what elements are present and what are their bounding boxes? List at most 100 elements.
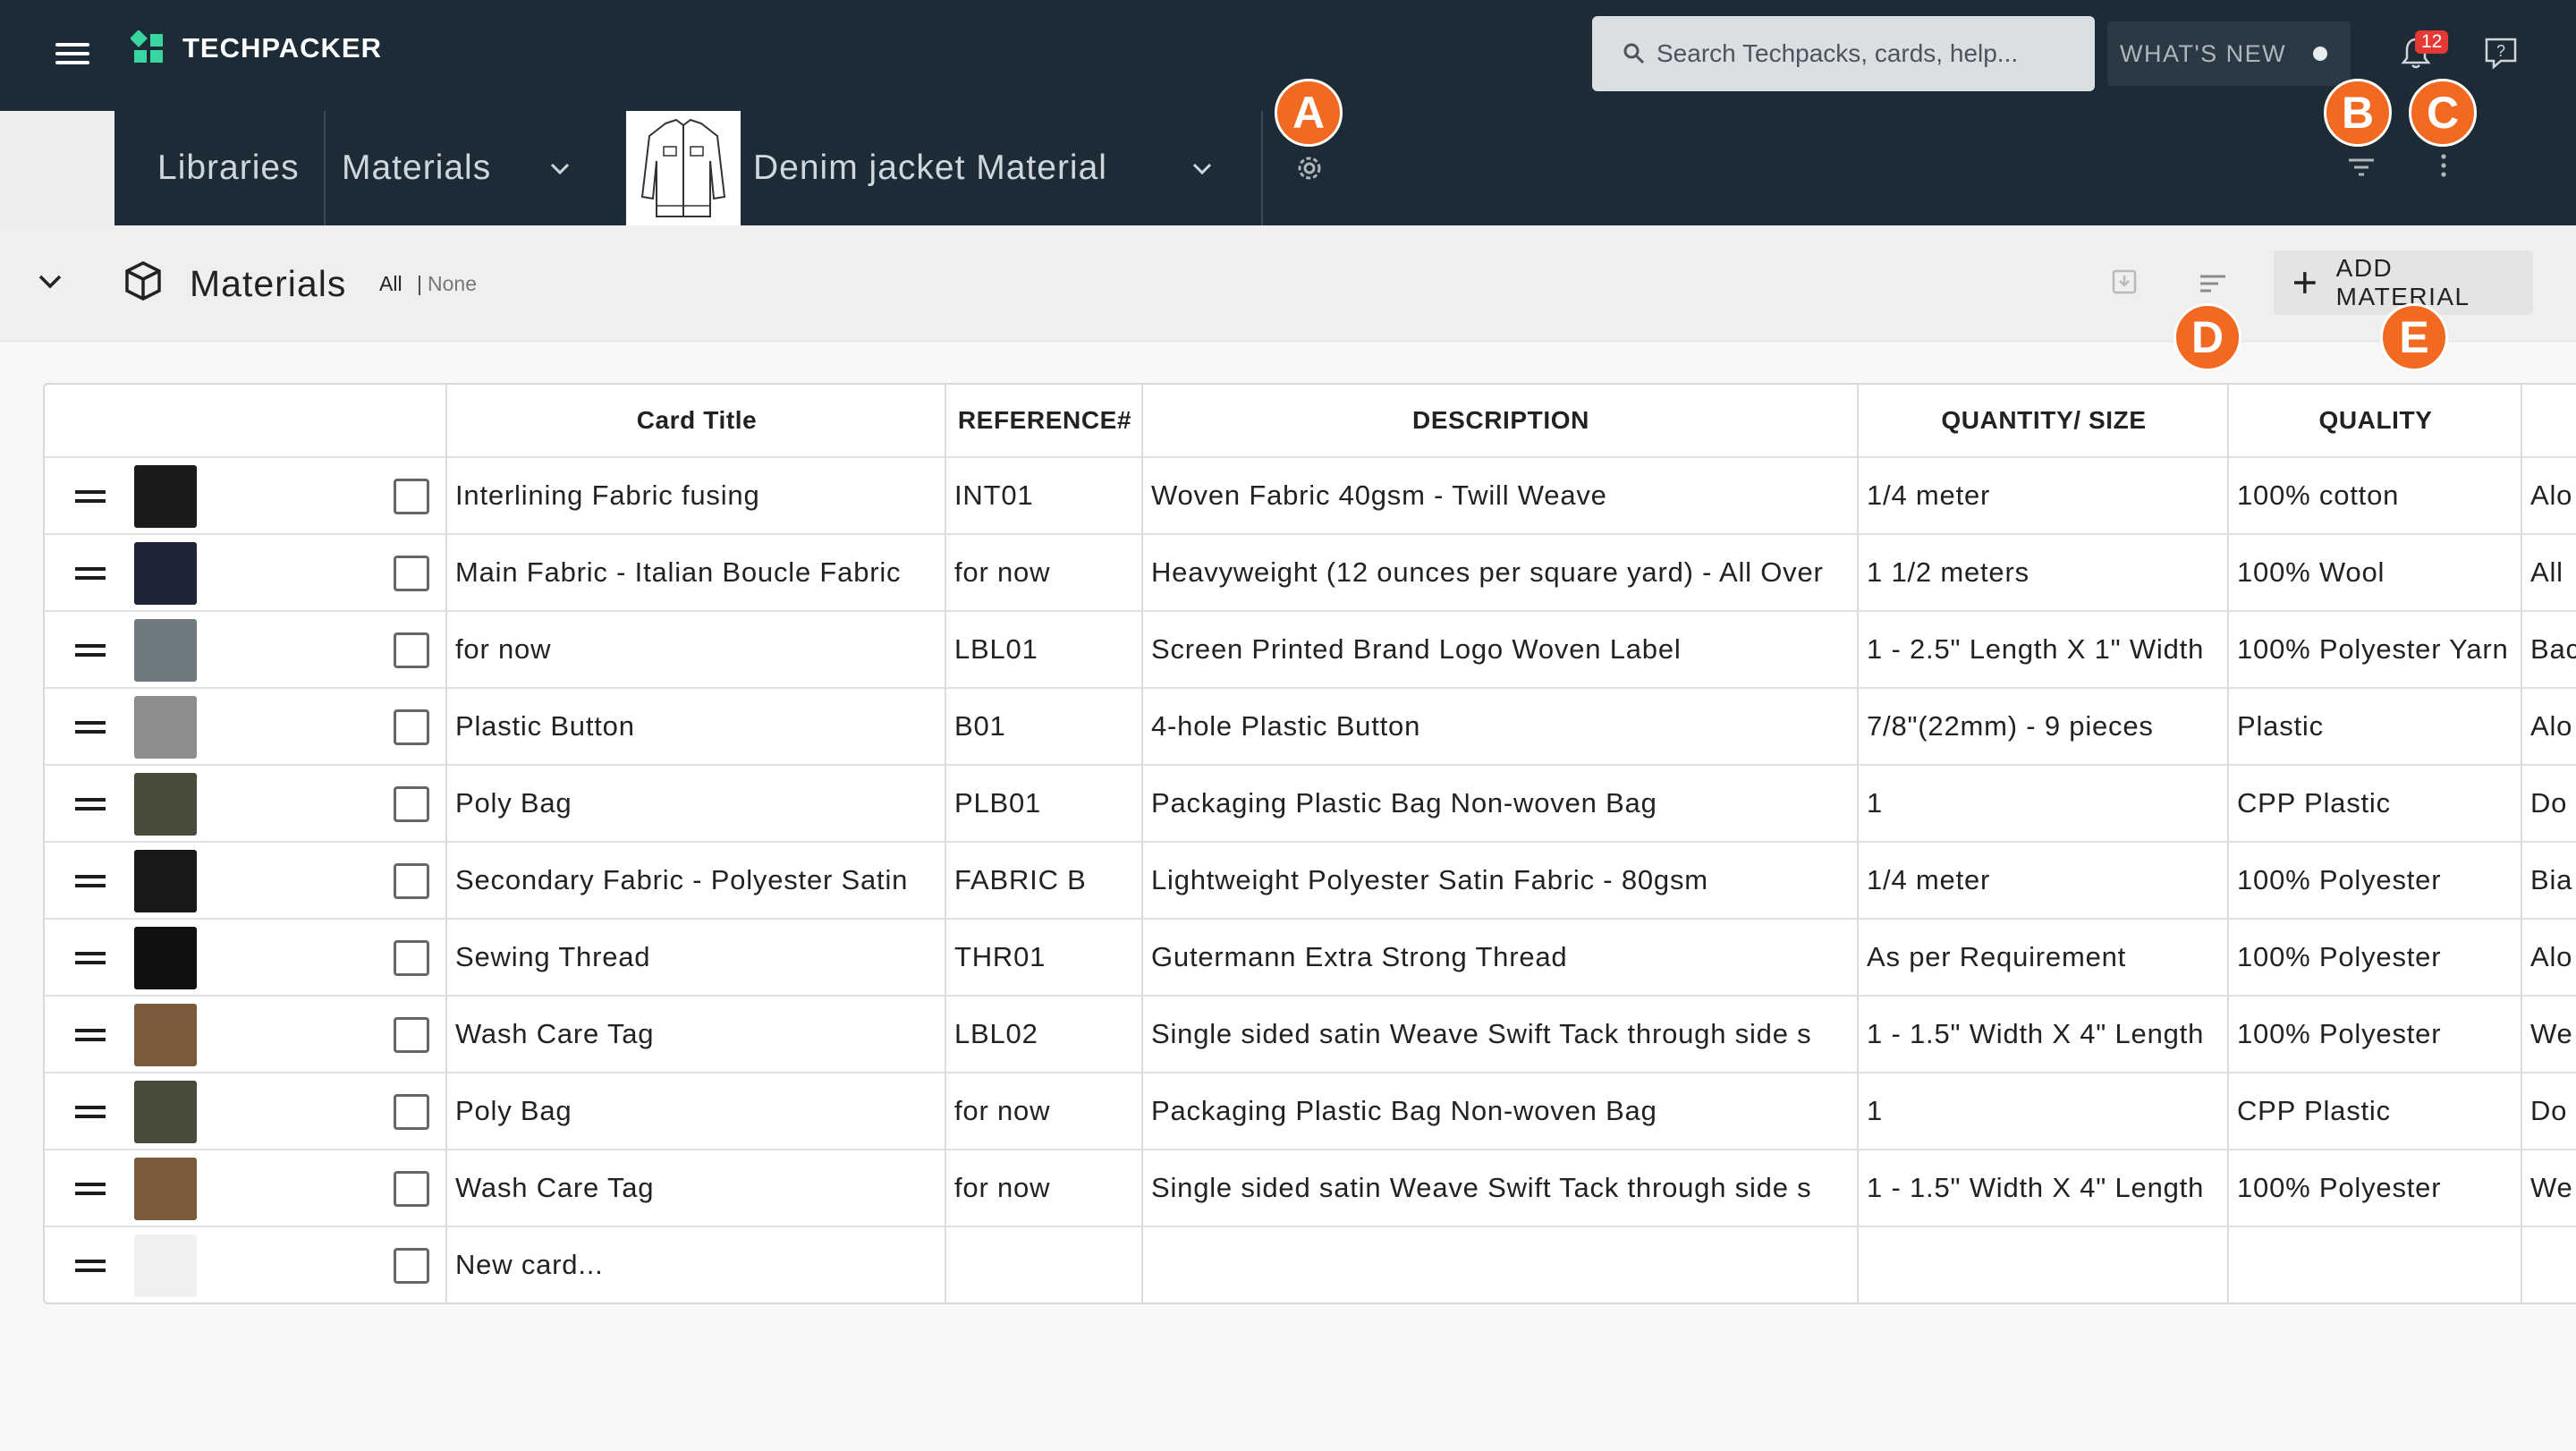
cell-next-column[interactable]: Do <box>2522 766 2576 841</box>
sort-icon[interactable] <box>2199 274 2227 293</box>
filter-icon[interactable] <box>2347 157 2376 177</box>
cell-reference[interactable]: for now <box>946 1073 1141 1149</box>
table-row[interactable]: New card... <box>45 1227 2576 1303</box>
cell-quality[interactable]: CPP Plastic <box>2229 1073 2521 1149</box>
column-header-quality[interactable]: QUALITY <box>2229 385 2522 456</box>
material-thumbnail[interactable] <box>134 1081 197 1143</box>
cell-reference[interactable]: for now <box>946 1150 1141 1226</box>
cell-quantity-size[interactable]: 1 - 1.5" Width X 4" Length <box>1859 997 2227 1072</box>
row-checkbox[interactable] <box>394 1171 429 1207</box>
drag-handle-icon[interactable] <box>75 1106 106 1118</box>
cell-description[interactable]: Lightweight Polyester Satin Fabric - 80g… <box>1143 843 1857 918</box>
cell-quantity-size[interactable]: 1 1/2 meters <box>1859 535 2227 610</box>
material-thumbnail[interactable] <box>134 619 197 682</box>
cell-quality[interactable]: 100% Polyester <box>2229 997 2521 1072</box>
material-thumbnail[interactable] <box>134 773 197 836</box>
row-checkbox[interactable] <box>394 632 429 668</box>
drag-handle-icon[interactable] <box>75 1029 106 1041</box>
cell-quality[interactable]: 100% Polyester <box>2229 843 2521 918</box>
row-checkbox[interactable] <box>394 863 429 899</box>
cell-quality[interactable]: 100% Polyester Yarn <box>2229 612 2521 687</box>
cell-quantity-size[interactable]: 1 - 1.5" Width X 4" Length <box>1859 1150 2227 1226</box>
cell-card-title[interactable]: Secondary Fabric - Polyester Satin <box>447 843 945 918</box>
select-all-link[interactable]: All <box>379 272 402 296</box>
menu-icon[interactable] <box>55 39 93 68</box>
breadcrumb-materials-dropdown[interactable]: Materials <box>326 111 626 225</box>
cell-card-title[interactable]: for now <box>447 612 945 687</box>
help-icon[interactable]: ? <box>2483 36 2519 70</box>
cell-next-column[interactable]: Bia <box>2522 843 2576 918</box>
material-thumbnail[interactable] <box>134 696 197 759</box>
column-header-quantity-size[interactable]: QUANTITY/ SIZE <box>1859 385 2229 456</box>
cell-reference[interactable]: LBL02 <box>946 997 1141 1072</box>
cell-reference[interactable]: for now <box>946 535 1141 610</box>
material-thumbnail[interactable] <box>134 1004 197 1066</box>
cell-reference[interactable]: THR01 <box>946 920 1141 995</box>
cell-quantity-size[interactable]: 1 <box>1859 1073 2227 1149</box>
cell-next-column[interactable]: Alo <box>2522 920 2576 995</box>
cell-reference[interactable]: LBL01 <box>946 612 1141 687</box>
cell-card-title[interactable]: Wash Care Tag <box>447 997 945 1072</box>
row-checkbox[interactable] <box>394 556 429 591</box>
cell-quality[interactable]: 100% cotton <box>2229 458 2521 533</box>
techpack-thumbnail[interactable] <box>626 111 741 225</box>
column-header-card-title[interactable]: Card Title <box>447 385 946 456</box>
more-vertical-icon[interactable] <box>2440 154 2447 177</box>
cell-card-title[interactable]: Interlining Fabric fusing <box>447 458 945 533</box>
cell-next-column[interactable]: We <box>2522 1150 2576 1226</box>
cell-card-title[interactable]: Plastic Button <box>447 689 945 764</box>
cell-quality[interactable]: 100% Wool <box>2229 535 2521 610</box>
cell-description[interactable]: Single sided satin Weave Swift Tack thro… <box>1143 1150 1857 1226</box>
gear-icon[interactable] <box>1293 152 1326 184</box>
row-checkbox[interactable] <box>394 786 429 822</box>
cell-description[interactable] <box>1143 1227 1857 1303</box>
drag-handle-icon[interactable] <box>75 798 106 810</box>
cell-description[interactable]: Single sided satin Weave Swift Tack thro… <box>1143 997 1857 1072</box>
select-none-link[interactable]: None <box>428 272 477 296</box>
cell-next-column[interactable]: Bac <box>2522 612 2576 687</box>
cell-quantity-size[interactable]: 1 <box>1859 766 2227 841</box>
cell-reference[interactable]: PLB01 <box>946 766 1141 841</box>
cell-card-title[interactable]: Poly Bag <box>447 766 945 841</box>
drag-handle-icon[interactable] <box>75 875 106 887</box>
cell-card-title[interactable]: Sewing Thread <box>447 920 945 995</box>
material-thumbnail[interactable] <box>134 1235 197 1297</box>
table-row[interactable]: Plastic Button B01 4-hole Plastic Button 7/… <box>45 689 2576 766</box>
cell-reference[interactable]: B01 <box>946 689 1141 764</box>
cell-description[interactable]: Woven Fabric 40gsm - Twill Weave <box>1143 458 1857 533</box>
cell-card-title[interactable]: New card... <box>447 1227 945 1303</box>
cell-quality[interactable]: Plastic <box>2229 689 2521 764</box>
cell-quality[interactable]: CPP Plastic <box>2229 766 2521 841</box>
material-thumbnail[interactable] <box>134 465 197 528</box>
cell-next-column[interactable]: Alo <box>2522 689 2576 764</box>
cell-quality[interactable]: 100% Polyester <box>2229 1150 2521 1226</box>
drag-handle-icon[interactable] <box>75 721 106 734</box>
table-row[interactable]: Main Fabric - Italian Boucle Fabric for n… <box>45 535 2576 612</box>
cell-quantity-size[interactable]: 7/8"(22mm) - 9 pieces <box>1859 689 2227 764</box>
cell-quantity-size[interactable]: 1/4 meter <box>1859 843 2227 918</box>
row-checkbox[interactable] <box>394 1017 429 1053</box>
cell-description[interactable]: Screen Printed Brand Logo Woven Label <box>1143 612 1857 687</box>
material-thumbnail[interactable] <box>134 1158 197 1220</box>
download-icon[interactable] <box>2111 268 2138 295</box>
drag-handle-icon[interactable] <box>75 644 106 657</box>
row-checkbox[interactable] <box>394 1248 429 1284</box>
row-checkbox[interactable] <box>394 1094 429 1130</box>
row-checkbox[interactable] <box>394 479 429 514</box>
cell-quantity-size[interactable]: As per Requirement <box>1859 920 2227 995</box>
drag-handle-icon[interactable] <box>75 1183 106 1195</box>
cell-card-title[interactable]: Main Fabric - Italian Boucle Fabric <box>447 535 945 610</box>
cell-next-column[interactable]: All <box>2522 535 2576 610</box>
cell-next-column[interactable] <box>2522 1227 2576 1303</box>
cell-quantity-size[interactable] <box>1859 1227 2227 1303</box>
whats-new-button[interactable]: WHAT'S NEW <box>2107 21 2351 86</box>
table-row[interactable]: Interlining Fabric fusing INT01 Woven Fabr… <box>45 458 2576 535</box>
drag-handle-icon[interactable] <box>75 490 106 503</box>
cell-next-column[interactable]: Do <box>2522 1073 2576 1149</box>
table-row[interactable]: Sewing Thread THR01 Gutermann Extra Strong… <box>45 920 2576 997</box>
cell-description[interactable]: Packaging Plastic Bag Non-woven Bag <box>1143 766 1857 841</box>
table-row[interactable]: Secondary Fabric - Polyester Satin FABRIC… <box>45 843 2576 920</box>
table-row[interactable]: Wash Care Tag LBL02 Single sided satin Wea… <box>45 997 2576 1073</box>
drag-handle-icon[interactable] <box>75 952 106 964</box>
drag-handle-icon[interactable] <box>75 1260 106 1272</box>
